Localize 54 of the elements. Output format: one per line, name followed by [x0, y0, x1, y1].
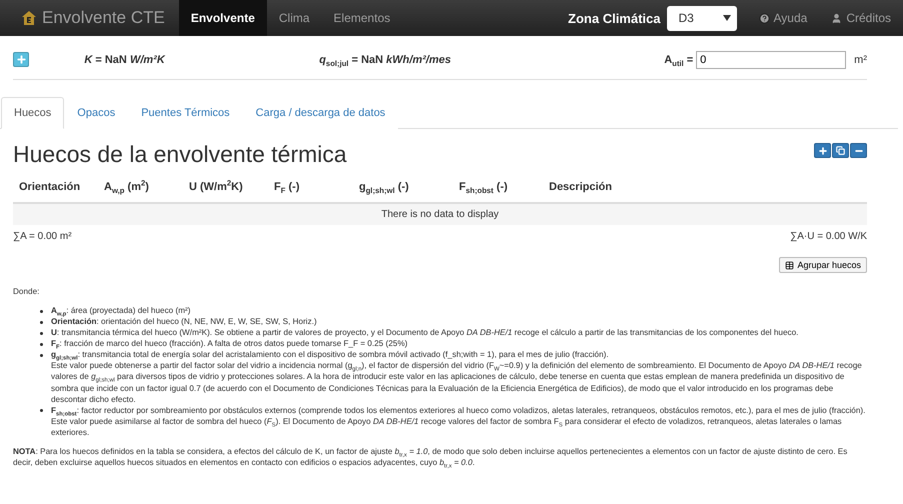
bullet-icon [40, 332, 43, 335]
column-header: F$_{sh;obst}$ (-) [458, 181, 509, 193]
help-icon [758, 12, 770, 24]
nav-link[interactable]: Créditos [819, 0, 903, 36]
group-button[interactable]: Agrupar huecos [779, 257, 867, 273]
bullet-icon [40, 354, 43, 357]
copy-button[interactable] [832, 143, 849, 158]
zone-label: Zona Climática [568, 10, 660, 26]
legend-text: Este valor puede obtenerse a partir del factor solar del vidrio a incidencia normal (g$_{gl;n}$), el factor de dispersión del vidrio (F$_{W}$~=0.9) y la definición del elemento de sombreamiento. El Documento de Apoyo DA DB-HE/1 recoge valores de g$_{gl;sh;wl}$ para diversos tipos de vidrio y protecciones solares. A la hora de introducir este valor en las aplicaciones de cálculo, debe tenerse en cuenta que estas emplean de manera predefinida un dispositivo de sombra que incide con un factor igual 0.7 (de acuerdo con el Documento de Condiciones Técnicas para la Evaluación de la Eficiencia Energética de Edificios), de modo que el valor introducido en los programas debe descontar dicho efecto. [51, 361, 863, 405]
bullet-icon [40, 409, 43, 412]
legend-text: F$_{sh;obst}$: factor reductor por sombreamiento por obstáculos externos (comprende todos los elementos exteriores al hueco como voladizos, aletas laterales, retranqueos, obstáculos remotos, etc.), para el mes de julio (fracción). [51, 404, 866, 416]
solar-gain-value: q$_{sol;jul}$ = NaN kWh/m²/mes [319, 54, 452, 66]
user-icon [831, 12, 842, 24]
column-header: g$_{gl;sh;wl}$ (-) [358, 181, 410, 193]
copy-icon [836, 146, 845, 155]
column-header: U (W/m$^{2}$K) [188, 181, 244, 193]
nav-item[interactable]: Envolvente [178, 0, 267, 36]
section-title: Huecos de la envolvente térmica [13, 141, 347, 168]
transmittance-sum: ∑A·U = 0.00 W/K [790, 231, 867, 242]
plus-icon [818, 146, 828, 156]
tab[interactable]: Huecos [1, 97, 64, 129]
k-value: K = NaN W/m²K [84, 54, 166, 66]
nav-link[interactable]: Ayuda [746, 0, 820, 36]
area-unit: m² [854, 54, 867, 66]
plus-icon [16, 54, 27, 65]
area-input[interactable]: 0 [696, 50, 846, 68]
area-sum: ∑A = 0.00 m² [13, 231, 72, 242]
bullet-icon [40, 320, 43, 324]
column-header: A$_{w,p}$ (m$^{2}$) [103, 181, 150, 193]
legend-text: Este valor puede asimilarse al factor de sombra del hueco (F$_{S}$). El Documento de Apoyo DA DB-HE/1 recoge valores del factor de sombra F$_{S}$ para considerar el efecto de voladizos, retranqueos, aletas laterales o lamas exteriores. [51, 416, 843, 438]
caret-icon[interactable] [722, 15, 730, 21]
bullet-icon [40, 310, 43, 313]
legend-text: F$_{F}$: fracción de marco del hueco (fracción). A falta de otros datos puede tomarse F_F = 0.25 (25%) [51, 338, 408, 350]
add-button[interactable] [814, 143, 831, 158]
table-icon [785, 260, 794, 270]
legend-text: Orientación: orientación del hueco (N, NE, NW, E, W, SE, SW, S, Horiz.) [51, 317, 317, 328]
nav-item[interactable]: Elementos [322, 0, 402, 36]
column-header: F$_{F}$ (-) [273, 181, 300, 193]
legend-text: g$_{gl;sh;wl}$: transmitancia total de energía solar del acristalamiento con el dispositivo de sombra móvil activado (f_sh;with = 1), para el mes de julio (fracción). [51, 349, 610, 360]
legend-text: U: transmitancia térmica del hueco (W/m²K). Se obtiene a partir de valores de proyecto, y el Documento de Apoyo DA DB-HE/1 recoge el cálculo a partir de las transmitancias de los componentes del hueco. [51, 327, 798, 338]
legend-intro: Donde: [13, 286, 40, 298]
brand-title[interactable]: Envolvente CTE [42, 8, 165, 28]
nav-item[interactable]: Clima [266, 0, 322, 36]
legend-text: A$_{w,p}$: área (proyectada) del hueco (m²) [51, 305, 190, 316]
house-icon [22, 11, 36, 25]
area-label: A$_{util}$ = [664, 54, 694, 66]
bullet-icon [40, 342, 43, 346]
note-text: NOTA: Para los huecos definidos en la tabla se considera, a efectos del cálculo de K, un factor de ajuste b$_{tr,x}$ = 1.0, de modo que solo deben incluirse aquellos pertenecientes a elementos con un factor de ajuste distinto de cero. Es decir, deben excluirse aquellos huecos situados en elementos en contacto con edificios o espacios adyacentes, cuyo b$_{tr,x}$ = 0.0. [13, 446, 848, 468]
add-button[interactable] [13, 52, 30, 67]
empty-message: There is no data to display [13, 204, 867, 225]
remove-button[interactable] [850, 143, 867, 158]
zone-select[interactable]: D3 [666, 6, 736, 30]
column-header: Orientación [18, 181, 82, 193]
column-header: Descripción [548, 181, 613, 193]
